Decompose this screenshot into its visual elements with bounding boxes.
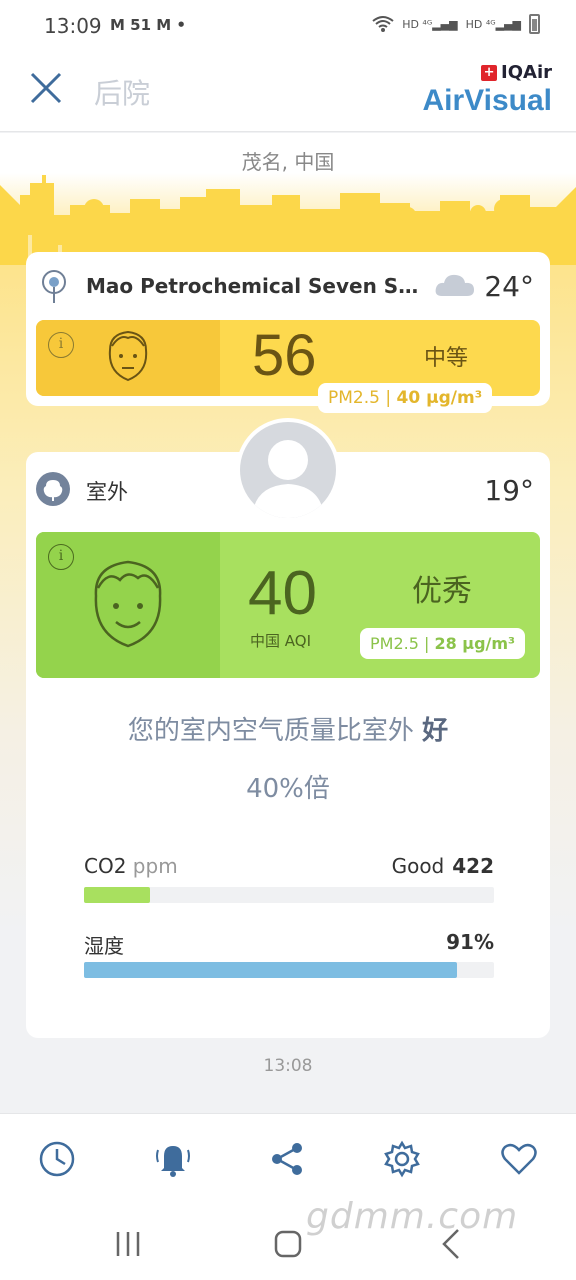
watermark-text: gdmm.com (306, 1196, 519, 1237)
happy-face-icon (94, 560, 162, 648)
share-icon[interactable] (268, 1140, 306, 1178)
home-icon[interactable] (268, 1224, 308, 1264)
outdoor-pm-badge: PM2.5 | 28 µg/m³ (360, 628, 526, 659)
signal-icon: HD ⁴ᴳ▂▄▆ (402, 17, 458, 31)
station-name: Mao Petrochemical Seven Small... (86, 274, 436, 298)
last-updated-time: 13:08 (263, 1056, 313, 1076)
station-pin-icon (42, 270, 66, 303)
close-icon[interactable] (28, 70, 64, 106)
heart-icon[interactable] (500, 1140, 538, 1178)
co2-bar (84, 887, 494, 903)
status-indicators: HD ⁴ᴳ▂▄▆ HD ⁴ᴳ▂▄▆ (372, 14, 540, 34)
bell-icon[interactable] (154, 1140, 192, 1178)
outdoor-aqi-value: 40 (248, 559, 317, 628)
cloud-icon (435, 274, 474, 296)
co2-label: CO2 ppm (84, 854, 178, 878)
comparison-text: 您的室内空气质量比室外 好 (127, 716, 449, 746)
co2-status: Good (391, 854, 445, 878)
humidity-bar (84, 962, 494, 978)
recent-apps-icon[interactable] (108, 1224, 148, 1264)
app-header: 后院 + IQAir AirVisual (0, 52, 576, 132)
clock-icon[interactable] (38, 1140, 76, 1178)
outdoor-label: 室外 (86, 480, 128, 504)
co2-value: 422 (452, 854, 494, 878)
info-icon[interactable]: i (48, 544, 74, 570)
swiss-cross-icon: + (481, 64, 498, 81)
co2-bar-fill (84, 887, 150, 903)
neutral-face-icon (108, 330, 148, 382)
tree-icon (36, 472, 70, 506)
brand-logo: + IQAir AirVisual (422, 62, 552, 117)
comparison-verdict: 好 (422, 716, 449, 746)
pollutant-label: PM2.5 (328, 388, 380, 408)
humidity-bar-fill (84, 962, 458, 978)
station-pm-badge: PM2.5 | 40 µg/m³ (318, 383, 493, 413)
status-bar: 13:09 M 51 M • HD ⁴ᴳ▂▄▆ HD ⁴ᴳ▂▄▆ (0, 0, 576, 52)
avatar[interactable] (236, 418, 340, 522)
outdoor-temperature: 19° (484, 474, 534, 507)
status-time: 13:09 (44, 14, 102, 38)
page-title: 后院 (94, 77, 151, 110)
outdoor-card: 室外 19° i 40 中国 AQI 优秀 PM2.5 | 28 µg/m³ 您… (26, 452, 550, 1038)
station-aqi-level: 中等 (424, 346, 469, 371)
humidity-reading: 91% (438, 930, 494, 954)
brand-top-label: IQAir (501, 62, 552, 83)
aqi-unit-label: 中国 AQI (250, 632, 311, 650)
humidity-value: 91% (446, 930, 494, 954)
scrolled-partial-title (0, 124, 576, 134)
location-label: 茂名, 中国 (241, 150, 335, 174)
station-temperature: 24° (484, 270, 534, 303)
info-icon[interactable]: i (48, 332, 74, 358)
notification-icons: M 51 M • (110, 16, 186, 34)
signal-icon-2: HD ⁴ᴳ▂▄▆ (465, 17, 521, 31)
gear-icon[interactable] (383, 1140, 421, 1178)
battery-icon (529, 14, 540, 34)
wifi-icon (372, 16, 394, 32)
co2-unit: ppm (132, 854, 178, 878)
co2-reading: Good 422 (392, 854, 494, 878)
outdoor-aqi-panel: i 40 中国 AQI 优秀 PM2.5 | 28 µg/m³ (36, 532, 540, 678)
humidity-label: 湿度 (84, 934, 124, 958)
pollutant-concentration: 28 µg/m³ (434, 634, 516, 653)
brand-name: AirVisual (422, 84, 552, 117)
station-aqi-value: 56 (252, 323, 317, 388)
outdoor-aqi-level: 优秀 (412, 574, 472, 609)
pollutant-label: PM2.5 (370, 634, 419, 653)
person-placeholder-icon (252, 440, 324, 518)
comparison-percent: 40%倍 (246, 774, 330, 804)
pollutant-concentration: 40 µg/m³ (396, 388, 483, 408)
